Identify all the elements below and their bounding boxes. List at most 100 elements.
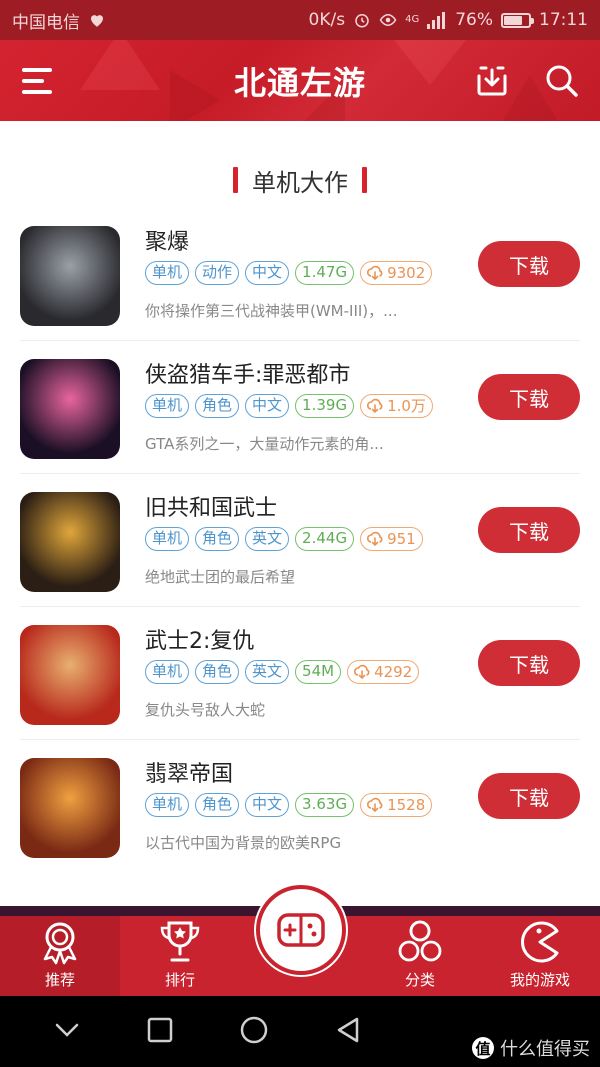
carrier-label: 中国电信 xyxy=(12,12,80,33)
game-list-item[interactable]: 侠盗猎车手:罪恶都市 单机 角色 中文 1.39G 1.0万 GTA系列之一，大量动… xyxy=(20,341,580,474)
game-list-item[interactable]: 旧共和国武士 单机 角色 英文 2.44G 951 绝地武士团的最后希望 下载 xyxy=(20,474,580,607)
download-count-icon xyxy=(354,664,370,680)
bottom-nav: 推荐 排行 分类 我的游戏 xyxy=(0,885,600,996)
genre-tag: 角色 xyxy=(195,793,240,817)
tab-ranking[interactable]: 排行 xyxy=(120,916,240,996)
tag-row: 单机 角色 中文 3.63G 1528 xyxy=(145,793,433,817)
size-tag: 3.63G xyxy=(295,793,355,817)
genre-tag: 单机 xyxy=(145,660,190,684)
game-icon-image[interactable] xyxy=(20,758,120,858)
genre-tag: 角色 xyxy=(195,660,240,684)
home-button[interactable] xyxy=(239,1015,269,1049)
downloads-count: 4292 xyxy=(374,662,413,681)
downloads-count: 951 xyxy=(387,529,416,548)
tab-label: 分类 xyxy=(404,971,435,989)
alarm-icon xyxy=(355,14,369,28)
system-nav-bar: 值 什么值得买 xyxy=(0,996,600,1067)
game-description: GTA系列之一，大量动作元素的角... xyxy=(145,435,384,453)
downloads-tag: 1.0万 xyxy=(360,394,433,418)
game-description: 绝地武士团的最后希望 xyxy=(145,568,296,586)
download-count-icon xyxy=(367,531,383,547)
app-header: 北通左游 xyxy=(0,40,600,121)
game-icon-image[interactable] xyxy=(20,625,120,725)
battery-percent: 76% xyxy=(455,10,493,30)
gamepad-icon xyxy=(277,913,325,947)
genre-tag: 英文 xyxy=(245,527,290,551)
battery-icon xyxy=(501,12,534,28)
game-description: 以古代中国为背景的欧美RPG xyxy=(145,834,342,852)
gamepad-center-button[interactable] xyxy=(256,885,346,975)
category-icon xyxy=(398,920,442,962)
game-list-item[interactable]: 武士2:复仇 单机 角色 英文 54M 4292 复仇头号敌人大蛇 下载 xyxy=(20,607,580,740)
watermark-logo: 值 xyxy=(472,1037,494,1059)
pacman-icon xyxy=(521,921,559,963)
section-title-text: 单机大作 xyxy=(252,168,348,197)
title-bar-right xyxy=(362,167,367,193)
clock: 17:11 xyxy=(539,10,588,30)
network-type: 4G xyxy=(405,14,420,25)
game-icon-image[interactable] xyxy=(20,226,120,326)
downloads-count: 1528 xyxy=(387,795,426,814)
download-button[interactable]: 下载 xyxy=(478,374,580,420)
collapse-button[interactable] xyxy=(53,1020,81,1044)
chevron-down-icon xyxy=(55,1023,79,1037)
game-title[interactable]: 聚爆 xyxy=(145,224,189,256)
search-button[interactable] xyxy=(542,61,582,101)
downloads-tag: 9302 xyxy=(360,261,433,285)
game-description: 你将操作第三代战神装甲(WM-III)，... xyxy=(145,302,398,320)
tag-row: 单机 角色 中文 1.39G 1.0万 xyxy=(145,394,433,418)
menu-icon xyxy=(22,67,52,94)
genre-tag: 中文 xyxy=(245,793,290,817)
downloads-tag: 4292 xyxy=(347,660,420,684)
size-tag: 54M xyxy=(295,660,342,684)
recent-apps-button[interactable] xyxy=(147,1017,173,1047)
tab-category[interactable]: 分类 xyxy=(360,916,480,996)
genre-tag: 英文 xyxy=(245,660,290,684)
tab-label: 排行 xyxy=(164,971,195,989)
download-count-icon xyxy=(367,797,383,813)
medal-icon xyxy=(43,922,77,965)
game-list-item[interactable]: 聚爆 单机 动作 中文 1.47G 9302 你将操作第三代战神装甲(WM-III)… xyxy=(20,208,580,341)
game-list-item[interactable]: 翡翠帝国 单机 角色 中文 3.63G 1528 以古代中国为背景的欧美RPG 下载 xyxy=(20,740,580,873)
net-speed: 0K/s xyxy=(308,10,346,30)
tag-row: 单机 动作 中文 1.47G 9302 xyxy=(145,261,433,285)
game-list: 聚爆 单机 动作 中文 1.47G 9302 你将操作第三代战神装甲(WM-III)… xyxy=(0,208,600,873)
watermark-text: 什么值得买 xyxy=(500,1039,590,1060)
download-manager-icon xyxy=(477,66,507,95)
title-bar-left xyxy=(233,167,238,193)
download-button[interactable]: 下载 xyxy=(478,241,580,287)
tab-my-games[interactable]: 我的游戏 xyxy=(480,916,600,996)
game-title[interactable]: 武士2:复仇 xyxy=(145,623,254,655)
genre-tag: 角色 xyxy=(195,394,240,418)
size-tag: 2.44G xyxy=(295,527,355,551)
downloads-count: 1.0万 xyxy=(387,396,426,415)
app-title: 北通左游 xyxy=(233,63,367,102)
game-icon-image[interactable] xyxy=(20,492,120,592)
trophy-icon xyxy=(160,921,200,962)
game-title[interactable]: 翡翠帝国 xyxy=(145,756,233,788)
back-button[interactable] xyxy=(335,1016,361,1048)
watermark: 值 什么值得买 xyxy=(472,1035,590,1061)
size-tag: 1.47G xyxy=(295,261,355,285)
genre-tag: 单机 xyxy=(145,394,190,418)
download-button[interactable]: 下载 xyxy=(478,773,580,819)
tab-label: 我的游戏 xyxy=(509,971,570,989)
download-button[interactable]: 下载 xyxy=(478,640,580,686)
downloads-tag: 951 xyxy=(360,527,423,551)
game-description: 复仇头号敌人大蛇 xyxy=(145,701,266,719)
tab-recommend[interactable]: 推荐 xyxy=(0,916,120,996)
genre-tag: 角色 xyxy=(195,527,240,551)
circle-icon xyxy=(240,1016,268,1043)
downloads-tag: 1528 xyxy=(360,793,433,817)
genre-tag: 单机 xyxy=(145,527,190,551)
download-manager-button[interactable] xyxy=(472,61,512,101)
game-title[interactable]: 旧共和国武士 xyxy=(145,490,277,522)
download-count-icon xyxy=(367,265,383,281)
download-button[interactable]: 下载 xyxy=(478,507,580,553)
download-count-icon xyxy=(367,398,383,414)
menu-button[interactable] xyxy=(18,61,58,101)
game-icon-image[interactable] xyxy=(20,359,120,459)
status-bar: 中国电信 0K/s 4G 76% 17:11 xyxy=(0,0,600,40)
section-title: 单机大作 xyxy=(0,160,600,200)
game-title[interactable]: 侠盗猎车手:罪恶都市 xyxy=(145,357,350,389)
